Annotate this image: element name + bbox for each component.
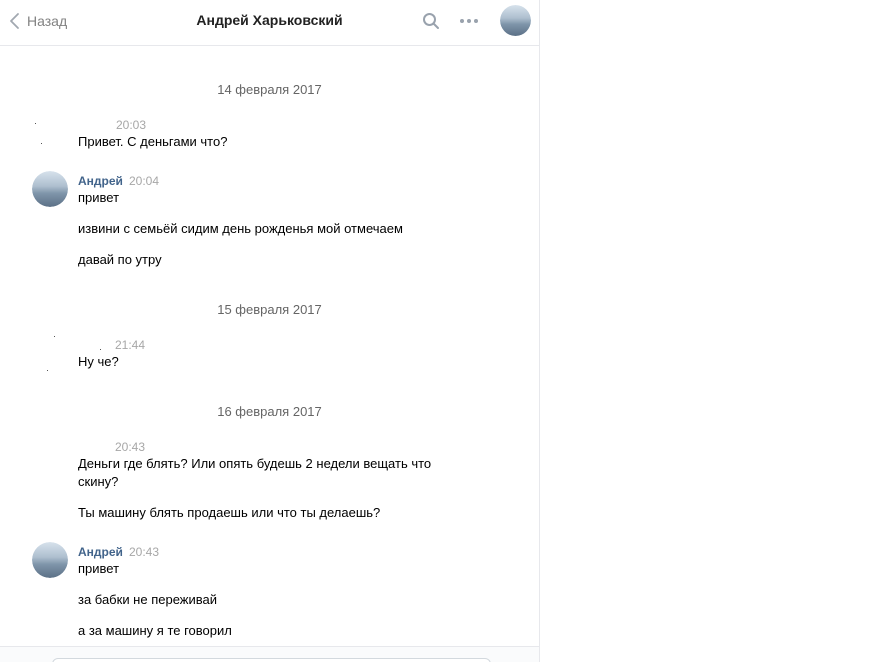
message-time: 20:43 (129, 545, 160, 559)
hidden-avatar-speck (41, 143, 42, 144)
hidden-avatar-speck (100, 349, 101, 350)
sender-avatar[interactable] (32, 542, 68, 578)
message-text: Ну че? (78, 354, 119, 369)
message-time: 20:04 (129, 174, 160, 188)
message-text: давай по утру (78, 252, 162, 267)
chat-header: Назад Андрей Харьковский (0, 0, 539, 46)
sender-avatar[interactable] (32, 171, 68, 207)
message-author[interactable]: Андрей (78, 174, 123, 188)
more-icon[interactable] (458, 14, 480, 28)
message-text: Привет. С деньгами что? (78, 134, 228, 149)
date-separator: 15 февраля 2017 (217, 302, 322, 317)
message-text: за бабки не переживай (78, 592, 218, 607)
message-text: привет (78, 190, 120, 205)
hidden-avatar-speck (35, 123, 36, 124)
message-author[interactable]: Андрей (78, 545, 123, 559)
page: Назад Андрей Харьковский 14 февраля 2017… (0, 0, 894, 662)
message-input[interactable] (52, 658, 491, 662)
date-separator: 14 февраля 2017 (217, 82, 322, 97)
header-avatar[interactable] (500, 5, 531, 36)
avatar-image (32, 171, 68, 207)
message-text: Ты машину блять продаешь или что ты дела… (78, 505, 381, 520)
message-time: 20:03 (116, 118, 147, 132)
avatar-image (32, 542, 68, 578)
chat-panel: Назад Андрей Харьковский 14 февраля 2017… (0, 0, 540, 662)
message-text: извини с семьёй сидим день рожденья мой … (78, 221, 403, 236)
message-text: Деньги где блять? Или опять будешь 2 нед… (78, 456, 432, 489)
date-separator: 16 февраля 2017 (217, 404, 322, 419)
message-text: а за машину я те говорил (78, 623, 232, 638)
message-time: 20:43 (115, 440, 146, 454)
search-icon[interactable] (422, 12, 440, 30)
avatar-image (500, 5, 531, 36)
message-time: 21:44 (115, 338, 146, 352)
hidden-avatar-speck (47, 370, 48, 371)
message-text: привет (78, 561, 120, 576)
hidden-avatar-speck (54, 336, 55, 337)
